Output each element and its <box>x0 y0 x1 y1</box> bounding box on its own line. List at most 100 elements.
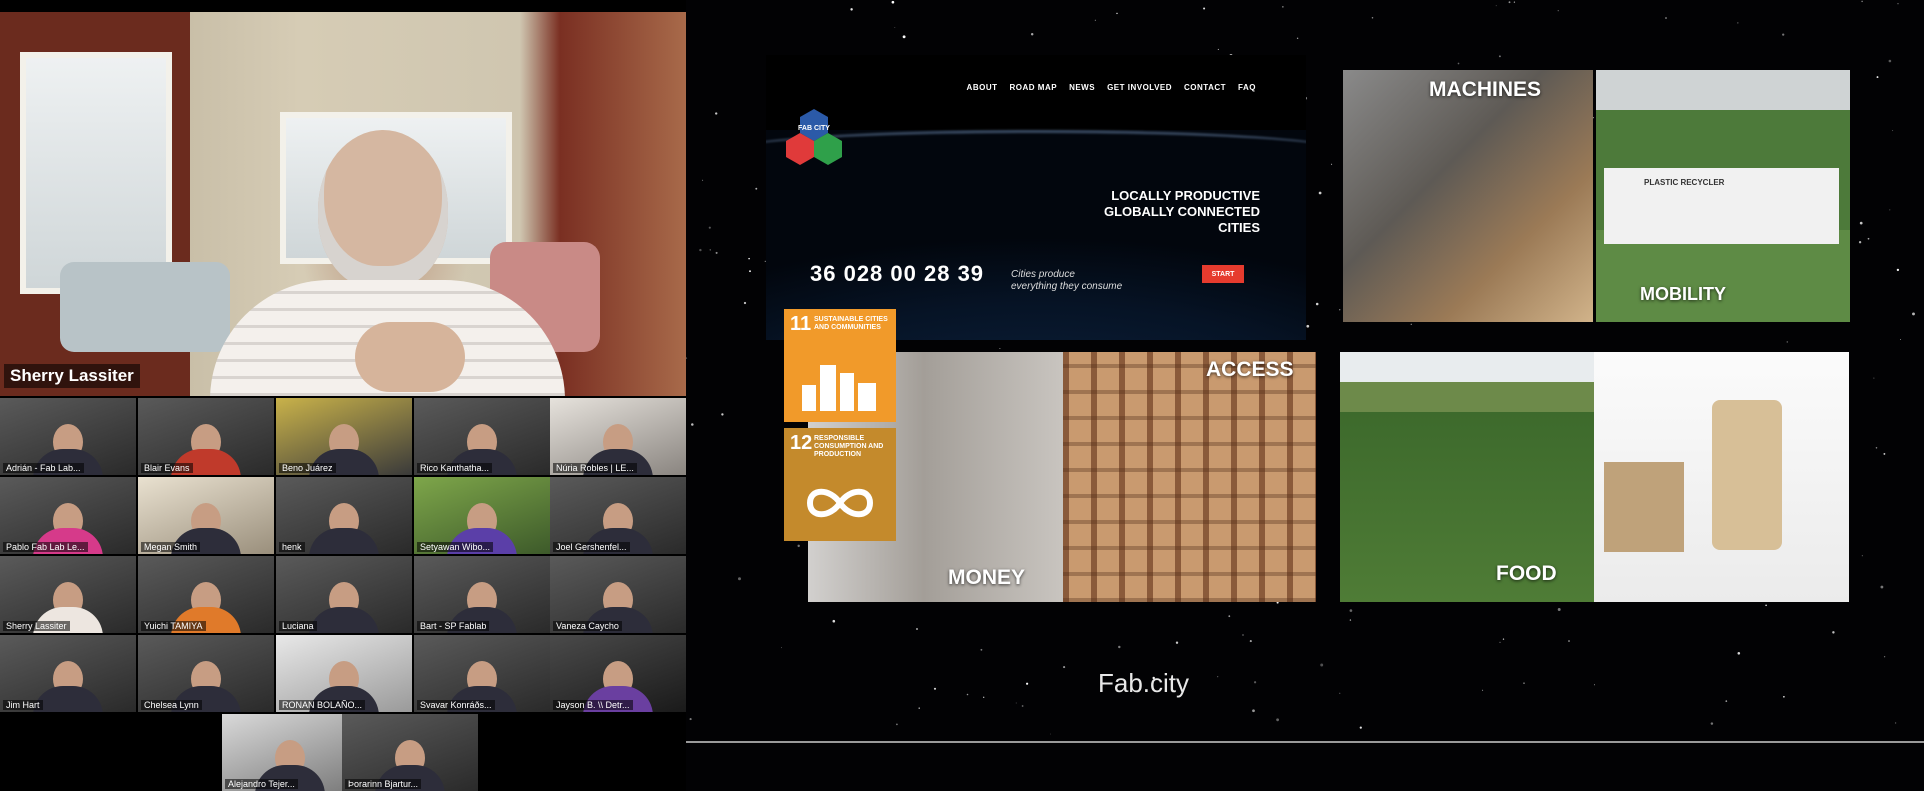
active-speaker-video[interactable]: Sherry Lassiter <box>0 12 686 396</box>
star <box>980 648 983 651</box>
star <box>1873 377 1875 379</box>
star <box>689 718 692 721</box>
participant-name: Chelsea Lynn <box>141 700 202 710</box>
star <box>1508 1 1511 4</box>
star <box>1063 666 1066 669</box>
participant-tile[interactable]: Jim Hart <box>0 635 136 712</box>
participant-tile[interactable]: Blair Evans <box>138 398 274 475</box>
star <box>721 413 724 416</box>
star <box>1296 37 1299 40</box>
machines-caption: MACHINES <box>1429 78 1542 101</box>
star <box>933 687 937 690</box>
truck-text: PLASTIC RECYCLER <box>1644 178 1725 187</box>
window <box>20 52 172 294</box>
participant-tile[interactable]: Setyawan Wibo... <box>414 477 550 554</box>
participant-tile[interactable]: Jayson B. \\ Detr... <box>550 635 686 712</box>
participant-tile[interactable]: Megan Smith <box>138 477 274 554</box>
star <box>1875 447 1878 449</box>
star <box>1015 702 1017 704</box>
participant-name: Setyawan Wibo... <box>417 542 494 552</box>
star <box>1457 62 1460 65</box>
video-gallery: Sherry Lassiter Adrián - Fab Lab... Blai… <box>0 0 686 791</box>
participant-tile[interactable]: Joel Gershenfel... <box>550 477 686 554</box>
participant-tile[interactable]: Pablo Fab Lab Le... <box>0 477 136 554</box>
participant-name: Jayson B. \\ Detr... <box>553 700 633 710</box>
site-nav: ABOUT ROAD MAP NEWS GET INVOLVED CONTACT… <box>967 83 1256 92</box>
food-field-photo: FOOD <box>1340 352 1596 602</box>
star <box>749 270 751 273</box>
shared-slide: ABOUT ROAD MAP NEWS GET INVOLVED CONTACT… <box>686 0 1924 791</box>
star <box>1523 682 1525 684</box>
sdg-text: Responsible consumption and production <box>814 435 884 458</box>
star <box>1665 17 1667 19</box>
star <box>743 301 747 305</box>
machines-photo: MACHINES <box>1343 70 1593 322</box>
star <box>966 693 969 696</box>
participant-tile[interactable]: Yuichi TAMIYA <box>138 556 274 633</box>
star <box>1359 726 1362 729</box>
star <box>1737 22 1739 24</box>
star <box>1710 722 1714 725</box>
star <box>1118 645 1121 649</box>
participant-tile[interactable]: Vaneza Caycho <box>550 556 686 633</box>
participant-name: Luciana <box>279 621 317 631</box>
participant-tile[interactable]: Alejandro Tejer... <box>222 714 358 791</box>
headline-line: LOCALLY PRODUCTIVE <box>1111 188 1260 203</box>
participant-tile[interactable]: RONAN BOLAÑO... <box>276 635 412 712</box>
star <box>1249 640 1252 643</box>
recycler-truck: PLASTIC RECYCLER <box>1604 168 1839 244</box>
participant-tile[interactable]: Luciana <box>276 556 412 633</box>
star <box>1050 733 1051 735</box>
counter-subtitle-line: everything they consume <box>1011 281 1123 292</box>
star <box>1306 324 1310 328</box>
star <box>686 357 688 359</box>
participant-tile[interactable]: Adrián - Fab Lab... <box>0 398 136 475</box>
participant-name: Þorarinn Bjartur... <box>345 779 422 789</box>
star <box>1318 191 1322 195</box>
sdg-number: 12 <box>790 432 813 454</box>
participant-tile[interactable]: Beno Juárez <box>276 398 412 475</box>
fab-city-logo: FAB CITY <box>786 109 842 165</box>
participant-tile[interactable]: henk <box>276 477 412 554</box>
participant-tile[interactable]: Þorarinn Bjartur... <box>342 714 478 791</box>
participant-tile[interactable]: Núria Robles | LE... <box>550 398 686 475</box>
participant-name: Joel Gershenfel... <box>553 542 630 552</box>
participant-name: RONAN BOLAÑO... <box>279 700 366 710</box>
star <box>896 723 898 726</box>
participant-name: Sherry Lassiter <box>3 621 70 631</box>
star <box>894 27 896 28</box>
sdg-11-tile: 11 Sustainable cities and communities <box>784 309 896 422</box>
logo-text: FAB CITY <box>798 125 830 132</box>
star <box>1320 663 1324 667</box>
slide-divider <box>686 741 1924 743</box>
star <box>1889 209 1891 211</box>
participant-tile[interactable]: Chelsea Lynn <box>138 635 274 712</box>
star <box>1900 339 1902 340</box>
star <box>1252 709 1255 713</box>
star <box>1896 268 1900 272</box>
star <box>1859 221 1863 225</box>
star <box>755 187 758 190</box>
star <box>699 248 702 252</box>
participant-torso <box>309 528 379 554</box>
sdg-12-tile: 12 Responsible consumption and productio… <box>784 428 896 541</box>
star <box>709 249 711 251</box>
star <box>1339 692 1341 694</box>
star <box>1021 705 1024 707</box>
star <box>1282 6 1284 8</box>
participant-name: Pablo Fab Lab Le... <box>3 542 88 552</box>
star <box>1499 641 1501 644</box>
participant-tile[interactable]: Bart - SP Fablab <box>414 556 550 633</box>
nav-item: NEWS <box>1069 83 1096 92</box>
participant-name: Bart - SP Fablab <box>417 621 490 631</box>
counter-subtitle: Cities produce everything they consume <box>1011 269 1122 293</box>
star <box>1883 656 1886 658</box>
star <box>1502 638 1505 640</box>
participant-tile[interactable]: Svavar Konráðs... <box>414 635 550 712</box>
participant-tile[interactable]: Sherry Lassiter <box>0 556 136 633</box>
infinity-loop-icon <box>806 488 874 518</box>
star <box>1888 59 1892 63</box>
star <box>1371 16 1374 19</box>
participant-tile[interactable]: Rico Kanthatha... <box>414 398 550 475</box>
star <box>1253 681 1257 684</box>
